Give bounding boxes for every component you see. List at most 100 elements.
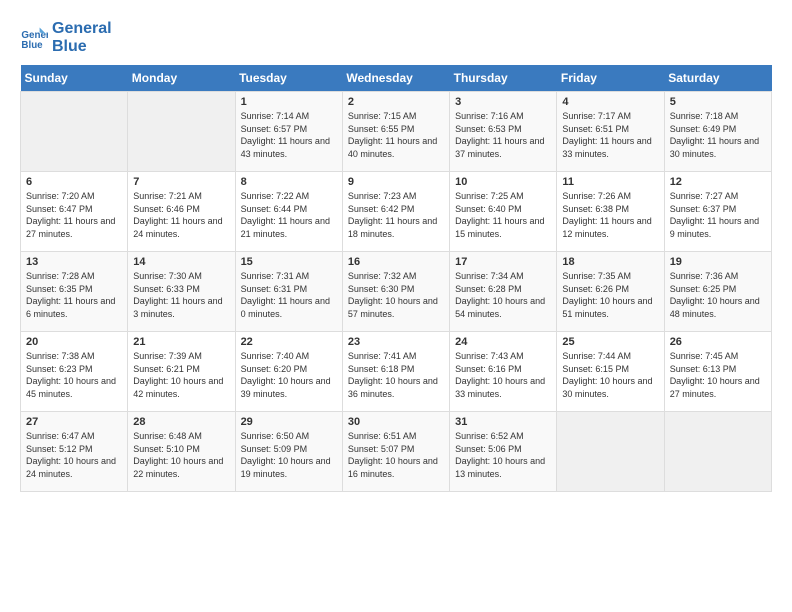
day-detail: Sunrise: 7:25 AMSunset: 6:40 PMDaylight:… <box>455 190 551 240</box>
day-detail: Sunrise: 7:35 AMSunset: 6:26 PMDaylight:… <box>562 270 658 320</box>
svg-text:Blue: Blue <box>21 39 43 50</box>
day-detail: Sunrise: 7:38 AMSunset: 6:23 PMDaylight:… <box>26 350 122 400</box>
day-number: 22 <box>241 336 337 348</box>
calendar-cell: 11 Sunrise: 7:26 AMSunset: 6:38 PMDayligh… <box>557 172 664 252</box>
day-number: 14 <box>133 256 229 268</box>
day-detail: Sunrise: 7:36 AMSunset: 6:25 PMDaylight:… <box>670 270 766 320</box>
calendar-cell: 4 Sunrise: 7:17 AMSunset: 6:51 PMDaylight… <box>557 92 664 172</box>
calendar-cell <box>664 412 771 492</box>
day-number: 20 <box>26 336 122 348</box>
weekday-header-friday: Friday <box>557 65 664 92</box>
day-detail: Sunrise: 7:18 AMSunset: 6:49 PMDaylight:… <box>670 110 766 160</box>
week-row-1: 1Sunrise: 7:14 AMSunset: 6:57 PMDaylight… <box>21 92 772 172</box>
day-detail: Sunrise: 7:17 AMSunset: 6:51 PMDaylight:… <box>562 110 658 160</box>
calendar-cell: 28 Sunrise: 6:48 AMSunset: 5:10 PMDayligh… <box>128 412 235 492</box>
day-detail: Sunrise: 7:43 AMSunset: 6:16 PMDaylight:… <box>455 350 551 400</box>
calendar-cell: 26 Sunrise: 7:45 AMSunset: 6:13 PMDayligh… <box>664 332 771 412</box>
day-number: 18 <box>562 256 658 268</box>
logo-line2: Blue <box>52 38 112 56</box>
day-number: 6 <box>26 176 122 188</box>
weekday-header-row: SundayMondayTuesdayWednesdayThursdayFrid… <box>21 65 772 92</box>
calendar-cell <box>21 92 128 172</box>
week-row-2: 6 Sunrise: 7:20 AMSunset: 6:47 PMDaylight… <box>21 172 772 252</box>
day-detail: Sunrise: 7:44 AMSunset: 6:15 PMDaylight:… <box>562 350 658 400</box>
day-detail: Sunrise: 7:16 AMSunset: 6:53 PMDaylight:… <box>455 110 551 160</box>
calendar-cell: 6 Sunrise: 7:20 AMSunset: 6:47 PMDaylight… <box>21 172 128 252</box>
day-detail: Sunrise: 7:20 AMSunset: 6:47 PMDaylight:… <box>26 190 122 240</box>
day-number: 31 <box>455 416 551 428</box>
day-detail: Sunrise: 7:30 AMSunset: 6:33 PMDaylight:… <box>133 270 229 320</box>
day-number: 10 <box>455 176 551 188</box>
day-detail: Sunrise: 7:45 AMSunset: 6:13 PMDaylight:… <box>670 350 766 400</box>
calendar-cell: 5 Sunrise: 7:18 AMSunset: 6:49 PMDaylight… <box>664 92 771 172</box>
calendar-cell: 31 Sunrise: 6:52 AMSunset: 5:06 PMDayligh… <box>450 412 557 492</box>
day-number: 15 <box>241 256 337 268</box>
day-detail: Sunrise: 6:51 AMSunset: 5:07 PMDaylight:… <box>348 430 444 480</box>
day-detail: Sunrise: 6:50 AMSunset: 5:09 PMDaylight:… <box>241 430 337 480</box>
calendar-cell: 2 Sunrise: 7:15 AMSunset: 6:55 PMDaylight… <box>342 92 449 172</box>
day-detail: Sunrise: 7:32 AMSunset: 6:30 PMDaylight:… <box>348 270 444 320</box>
day-detail: Sunrise: 7:26 AMSunset: 6:38 PMDaylight:… <box>562 190 658 240</box>
calendar-cell: 9 Sunrise: 7:23 AMSunset: 6:42 PMDaylight… <box>342 172 449 252</box>
calendar-cell: 7 Sunrise: 7:21 AMSunset: 6:46 PMDaylight… <box>128 172 235 252</box>
day-number: 2 <box>348 96 444 108</box>
logo: General Blue General Blue <box>20 20 112 55</box>
calendar-cell: 17Sunrise: 7:34 AMSunset: 6:28 PMDayligh… <box>450 252 557 332</box>
calendar-cell: 14 Sunrise: 7:30 AMSunset: 6:33 PMDayligh… <box>128 252 235 332</box>
week-row-3: 13 Sunrise: 7:28 AMSunset: 6:35 PMDayligh… <box>21 252 772 332</box>
day-number: 16 <box>348 256 444 268</box>
calendar-cell: 16 Sunrise: 7:32 AMSunset: 6:30 PMDayligh… <box>342 252 449 332</box>
calendar-cell: 20 Sunrise: 7:38 AMSunset: 6:23 PMDayligh… <box>21 332 128 412</box>
calendar-cell: 19 Sunrise: 7:36 AMSunset: 6:25 PMDayligh… <box>664 252 771 332</box>
calendar-cell: 30Sunrise: 6:51 AMSunset: 5:07 PMDayligh… <box>342 412 449 492</box>
day-detail: Sunrise: 7:21 AMSunset: 6:46 PMDaylight:… <box>133 190 229 240</box>
day-number: 4 <box>562 96 658 108</box>
day-number: 24 <box>455 336 551 348</box>
calendar-cell <box>128 92 235 172</box>
day-detail: Sunrise: 7:23 AMSunset: 6:42 PMDaylight:… <box>348 190 444 240</box>
week-row-4: 20 Sunrise: 7:38 AMSunset: 6:23 PMDayligh… <box>21 332 772 412</box>
day-number: 21 <box>133 336 229 348</box>
day-number: 19 <box>670 256 766 268</box>
day-number: 9 <box>348 176 444 188</box>
calendar-cell: 8 Sunrise: 7:22 AMSunset: 6:44 PMDaylight… <box>235 172 342 252</box>
calendar-cell: 27 Sunrise: 6:47 AMSunset: 5:12 PMDayligh… <box>21 412 128 492</box>
day-number: 11 <box>562 176 658 188</box>
day-number: 26 <box>670 336 766 348</box>
day-number: 3 <box>455 96 551 108</box>
day-number: 8 <box>241 176 337 188</box>
day-number: 5 <box>670 96 766 108</box>
calendar-cell <box>557 412 664 492</box>
calendar-cell: 18 Sunrise: 7:35 AMSunset: 6:26 PMDayligh… <box>557 252 664 332</box>
day-detail: Sunrise: 7:15 AMSunset: 6:55 PMDaylight:… <box>348 110 444 160</box>
day-detail: Sunrise: 6:48 AMSunset: 5:10 PMDaylight:… <box>133 430 229 480</box>
week-row-5: 27 Sunrise: 6:47 AMSunset: 5:12 PMDayligh… <box>21 412 772 492</box>
day-number: 7 <box>133 176 229 188</box>
day-number: 12 <box>670 176 766 188</box>
weekday-header-wednesday: Wednesday <box>342 65 449 92</box>
day-detail: Sunrise: 7:40 AMSunset: 6:20 PMDaylight:… <box>241 350 337 400</box>
day-detail: Sunrise: 7:22 AMSunset: 6:44 PMDaylight:… <box>241 190 337 240</box>
day-number: 28 <box>133 416 229 428</box>
calendar-cell: 25Sunrise: 7:44 AMSunset: 6:15 PMDayligh… <box>557 332 664 412</box>
weekday-header-thursday: Thursday <box>450 65 557 92</box>
calendar-cell: 29Sunrise: 6:50 AMSunset: 5:09 PMDayligh… <box>235 412 342 492</box>
calendar-cell: 12Sunrise: 7:27 AMSunset: 6:37 PMDayligh… <box>664 172 771 252</box>
day-detail: Sunrise: 7:28 AMSunset: 6:35 PMDaylight:… <box>26 270 122 320</box>
calendar-cell: 15 Sunrise: 7:31 AMSunset: 6:31 PMDayligh… <box>235 252 342 332</box>
calendar-table: SundayMondayTuesdayWednesdayThursdayFrid… <box>20 65 772 492</box>
logo-line1: General <box>52 20 112 38</box>
day-detail: Sunrise: 7:39 AMSunset: 6:21 PMDaylight:… <box>133 350 229 400</box>
day-detail: Sunrise: 7:31 AMSunset: 6:31 PMDaylight:… <box>241 270 337 320</box>
day-detail: Sunrise: 7:14 AMSunset: 6:57 PMDaylight:… <box>241 110 337 160</box>
day-number: 13 <box>26 256 122 268</box>
calendar-cell: 21 Sunrise: 7:39 AMSunset: 6:21 PMDayligh… <box>128 332 235 412</box>
calendar-cell: 23Sunrise: 7:41 AMSunset: 6:18 PMDayligh… <box>342 332 449 412</box>
calendar-cell: 24 Sunrise: 7:43 AMSunset: 6:16 PMDayligh… <box>450 332 557 412</box>
day-detail: Sunrise: 6:47 AMSunset: 5:12 PMDaylight:… <box>26 430 122 480</box>
day-number: 27 <box>26 416 122 428</box>
day-detail: Sunrise: 7:41 AMSunset: 6:18 PMDaylight:… <box>348 350 444 400</box>
day-detail: Sunrise: 6:52 AMSunset: 5:06 PMDaylight:… <box>455 430 551 480</box>
day-number: 17 <box>455 256 551 268</box>
weekday-header-sunday: Sunday <box>21 65 128 92</box>
